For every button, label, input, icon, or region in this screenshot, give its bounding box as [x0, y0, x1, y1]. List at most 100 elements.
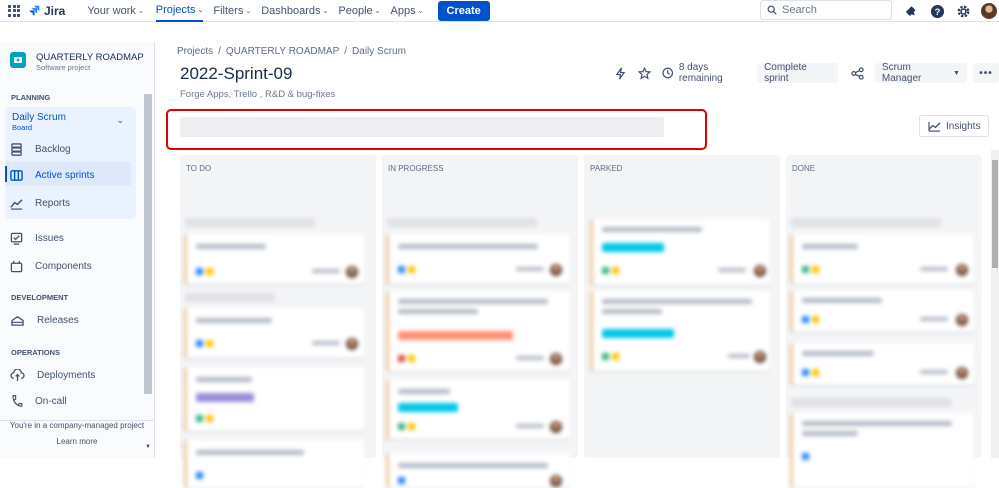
insights-label: Insights: [946, 120, 981, 132]
development-section-label: DEVELOPMENT: [11, 293, 69, 302]
more-actions-icon[interactable]: •••: [972, 63, 999, 83]
sidebar-item-label: Deployments: [37, 369, 96, 381]
app-switcher-icon[interactable]: [8, 4, 20, 17]
redacted-filter-bar: [180, 117, 664, 137]
sidebar-item-reports[interactable]: Reports: [10, 193, 70, 213]
share-icon[interactable]: [850, 66, 865, 80]
search-input[interactable]: Search: [760, 0, 892, 20]
column-header: PARKED: [590, 164, 623, 173]
star-icon[interactable]: [637, 66, 652, 80]
column-done: DONE: [786, 155, 982, 488]
column-header: IN PROGRESS: [388, 164, 444, 173]
active-item-indicator: [5, 166, 7, 182]
issue-card[interactable]: [790, 290, 974, 332]
nav-your-work[interactable]: Your work ⌄: [87, 0, 143, 22]
scrum-manager-dropdown[interactable]: Scrum Manager ▼: [874, 62, 967, 84]
sidebar-item-label: Backlog: [35, 143, 71, 155]
chevron-down-icon[interactable]: ⌄: [116, 115, 124, 126]
board-scrollbar-thumb[interactable]: [992, 160, 998, 268]
issues-icon: [10, 232, 23, 245]
sidebar-item-backlog[interactable]: Backlog: [10, 139, 71, 159]
chevron-down-icon: ⌄: [322, 7, 329, 15]
sidebar-item-label: Reports: [35, 197, 71, 209]
components-icon: [10, 260, 23, 272]
days-remaining: 8 days remaining: [662, 62, 751, 84]
create-button[interactable]: Create: [437, 0, 490, 21]
issue-card[interactable]: [184, 308, 364, 358]
project-type: Software project: [36, 63, 91, 73]
svg-text:?: ?: [934, 6, 940, 16]
jira-logo[interactable]: Jira: [29, 4, 65, 18]
nav-dashboards[interactable]: Dashboards ⌄: [261, 0, 328, 22]
sidebar-item-label: On-call: [35, 395, 67, 407]
sidebar-item-label: Releases: [37, 314, 79, 326]
nav-people[interactable]: People ⌄: [338, 0, 380, 22]
project-name: QUARTERLY ROADMAP: [36, 52, 144, 63]
issue-card[interactable]: [184, 440, 364, 488]
issue-card[interactable]: [386, 379, 570, 439]
issue-card[interactable]: [386, 453, 570, 488]
nav-label: Your work: [87, 4, 136, 17]
project-header[interactable]: QUARTERLY ROADMAP Software project: [0, 42, 154, 72]
breadcrumb: Projects / QUARTERLY ROADMAP / Daily Scrum: [177, 46, 406, 57]
issue-card[interactable]: [590, 291, 770, 371]
learn-more-link[interactable]: Learn more: [0, 437, 154, 446]
nav-apps[interactable]: Apps ⌄: [391, 0, 424, 22]
sidebar-scrollbar[interactable]: [144, 94, 152, 394]
company-managed-note: You're in a company-managed project: [9, 421, 145, 430]
issue-card[interactable]: [790, 343, 974, 385]
brand-name: Jira: [44, 3, 66, 18]
sidebar-item-label: Active sprints: [35, 169, 95, 181]
notifications-icon[interactable]: [902, 2, 920, 20]
clock-icon: [662, 67, 674, 79]
chevron-down-icon: ⌄: [417, 7, 424, 15]
chevron-down-icon: ⌄: [197, 6, 204, 14]
jira-icon: [29, 5, 40, 16]
chevron-down-icon: ⌄: [374, 7, 381, 15]
complete-sprint-button[interactable]: Complete sprint: [757, 62, 838, 84]
nav-filters[interactable]: Filters ⌄: [213, 0, 251, 22]
breadcrumb-projects[interactable]: Projects: [177, 46, 213, 57]
breadcrumb-project[interactable]: QUARTERLY ROADMAP: [226, 46, 339, 57]
deployments-icon: [10, 368, 25, 381]
issue-card[interactable]: [790, 234, 974, 284]
column-header: DONE: [792, 164, 816, 173]
nav-label: Filters: [213, 4, 244, 17]
sprint-actions: 8 days remaining Complete sprint Scrum M…: [613, 62, 999, 84]
nav-projects[interactable]: Projects ⌄: [155, 0, 204, 22]
settings-icon[interactable]: [954, 2, 972, 20]
issue-card[interactable]: [790, 413, 974, 488]
sidebar-item-active-sprints[interactable]: Active sprints: [10, 165, 94, 185]
sidebar-item-releases[interactable]: Releases: [10, 310, 79, 330]
nav-label: People: [338, 4, 373, 17]
caret-down-icon: ▼: [953, 69, 960, 77]
sidebar-item-components[interactable]: Components: [10, 256, 92, 276]
breadcrumb-board[interactable]: Daily Scrum: [352, 46, 406, 57]
column-parked: PARKED: [584, 155, 780, 458]
issue-card[interactable]: [386, 291, 570, 371]
sidebar-item-on-call[interactable]: On-call: [10, 391, 67, 411]
sidebar-footer: You're in a company-managed project Lear…: [0, 420, 154, 446]
reports-icon: [10, 198, 23, 210]
issue-card[interactable]: [184, 367, 364, 431]
lightning-icon[interactable]: [613, 67, 628, 80]
profile-avatar[interactable]: [980, 2, 998, 20]
on-call-icon: [12, 395, 23, 407]
issue-card[interactable]: [184, 234, 364, 284]
insights-button[interactable]: Insights: [919, 115, 990, 137]
sidebar-item-deployments[interactable]: Deployments: [10, 365, 95, 385]
active-sprints-icon: [10, 169, 23, 181]
issue-card[interactable]: [590, 219, 770, 285]
help-icon[interactable]: ?: [928, 2, 946, 20]
avatar: [981, 3, 997, 19]
releases-icon: [11, 315, 24, 326]
project-sidebar: QUARTERLY ROADMAP Software project PLANN…: [0, 42, 155, 458]
sidebar-item-issues[interactable]: Issues: [10, 228, 64, 248]
nav-label: Dashboards: [261, 4, 321, 17]
issue-card[interactable]: [386, 234, 570, 284]
backlog-icon: [11, 142, 22, 156]
sprint-goal: Forge Apps, Trello , R&D & bug-fixes: [180, 89, 336, 100]
sidebar-item-label: Components: [35, 260, 92, 272]
scrum-manager-label: Scrum Manager: [881, 62, 922, 84]
nav-label: Projects: [155, 3, 196, 16]
